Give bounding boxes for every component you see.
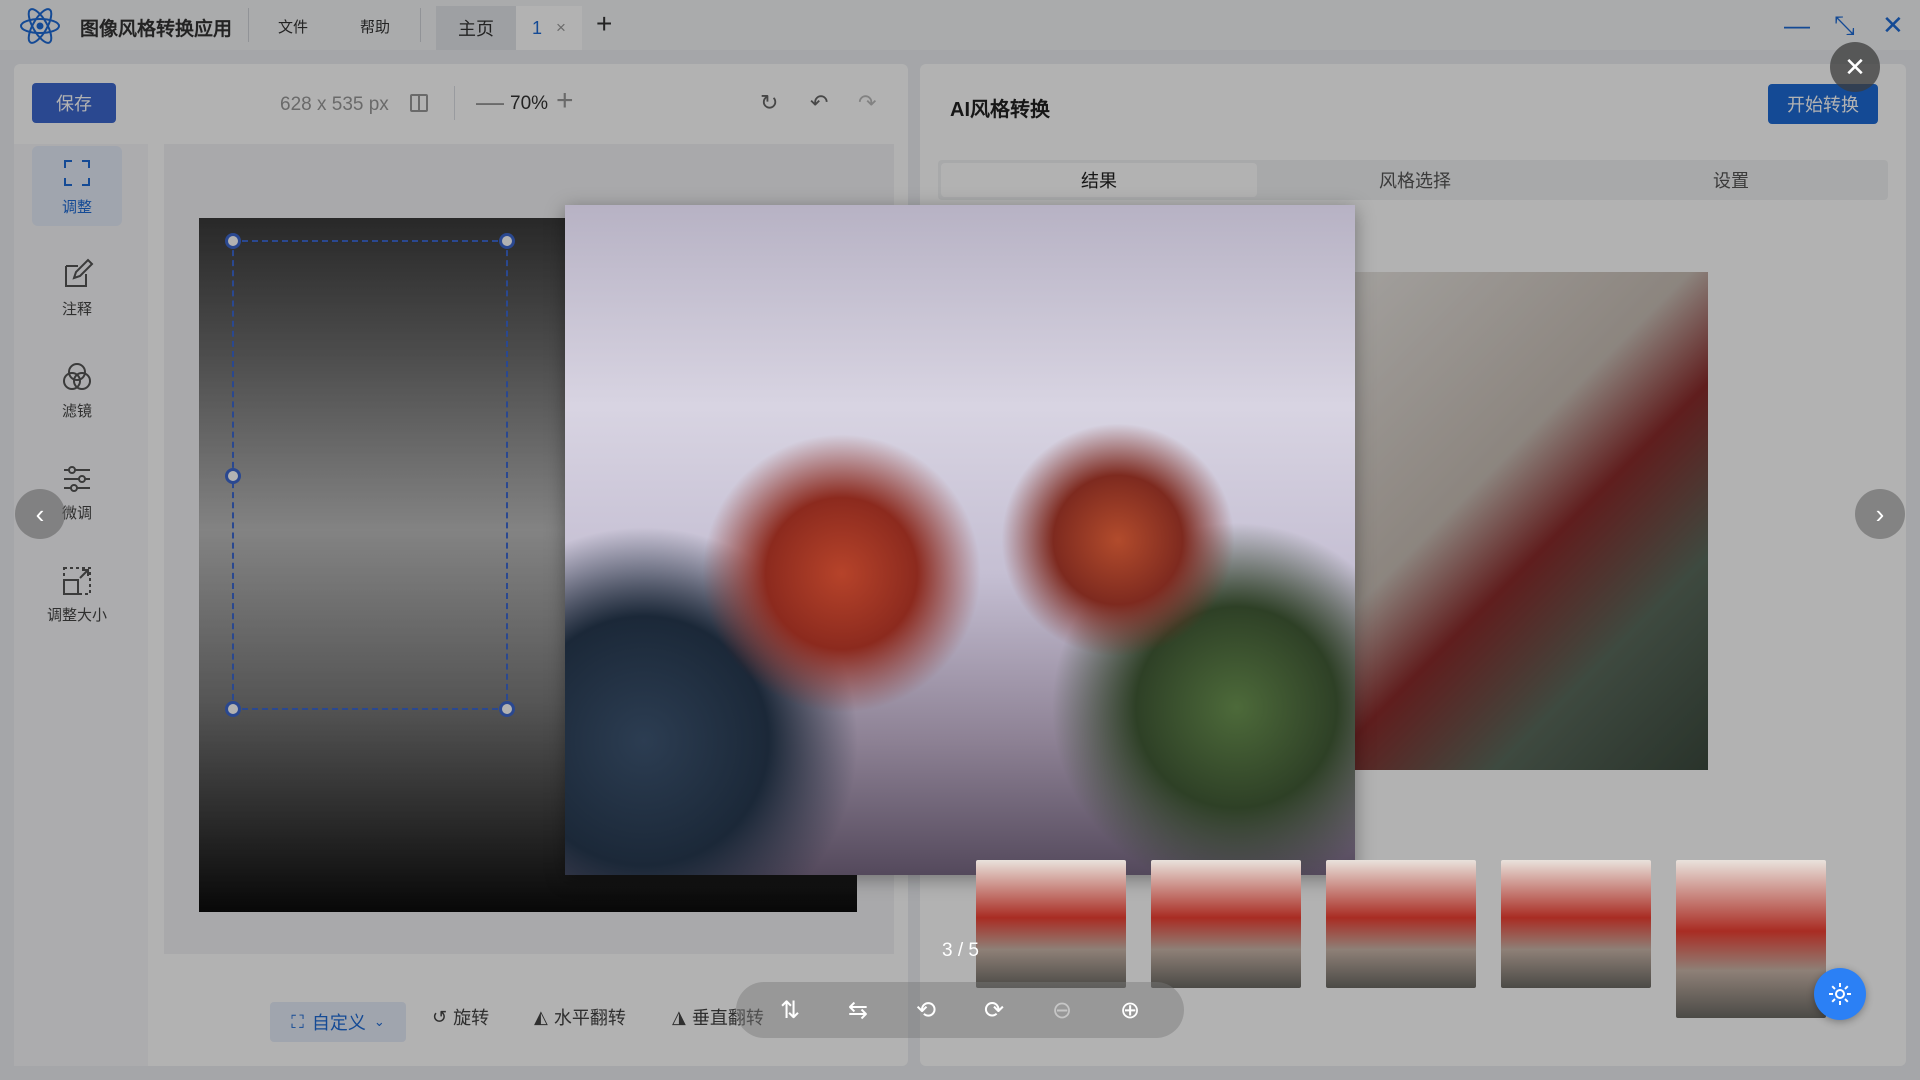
thumbnail[interactable] (1151, 860, 1301, 988)
gear-icon (1829, 983, 1851, 1005)
close-viewer-button[interactable]: ✕ (1830, 42, 1880, 92)
prev-image-button[interactable]: ‹ (15, 489, 65, 539)
rotate-right-icon[interactable]: ⟳ (978, 996, 1010, 1025)
next-image-button[interactable]: › (1855, 489, 1905, 539)
flip-horizontal-icon[interactable]: ⇆ (842, 996, 874, 1025)
styled-preview-image[interactable] (565, 205, 1355, 875)
flip-vertical-icon[interactable]: ⇅ (774, 996, 806, 1025)
rotate-left-icon[interactable]: ⟲ (910, 996, 942, 1025)
thumbnail[interactable] (1676, 860, 1826, 1018)
thumbnail[interactable] (1326, 860, 1476, 988)
thumbnail[interactable] (1501, 860, 1651, 988)
settings-fab[interactable] (1814, 968, 1866, 1020)
image-counter: 3 / 5 (942, 940, 979, 961)
thumbnail[interactable] (976, 860, 1126, 988)
viewer-toolbar: ⇅ ⇆ ⟲ ⟳ ⊖ ⊕ (736, 982, 1184, 1038)
zoom-out-icon[interactable]: ⊖ (1046, 996, 1078, 1025)
zoom-in-icon[interactable]: ⊕ (1114, 996, 1146, 1025)
